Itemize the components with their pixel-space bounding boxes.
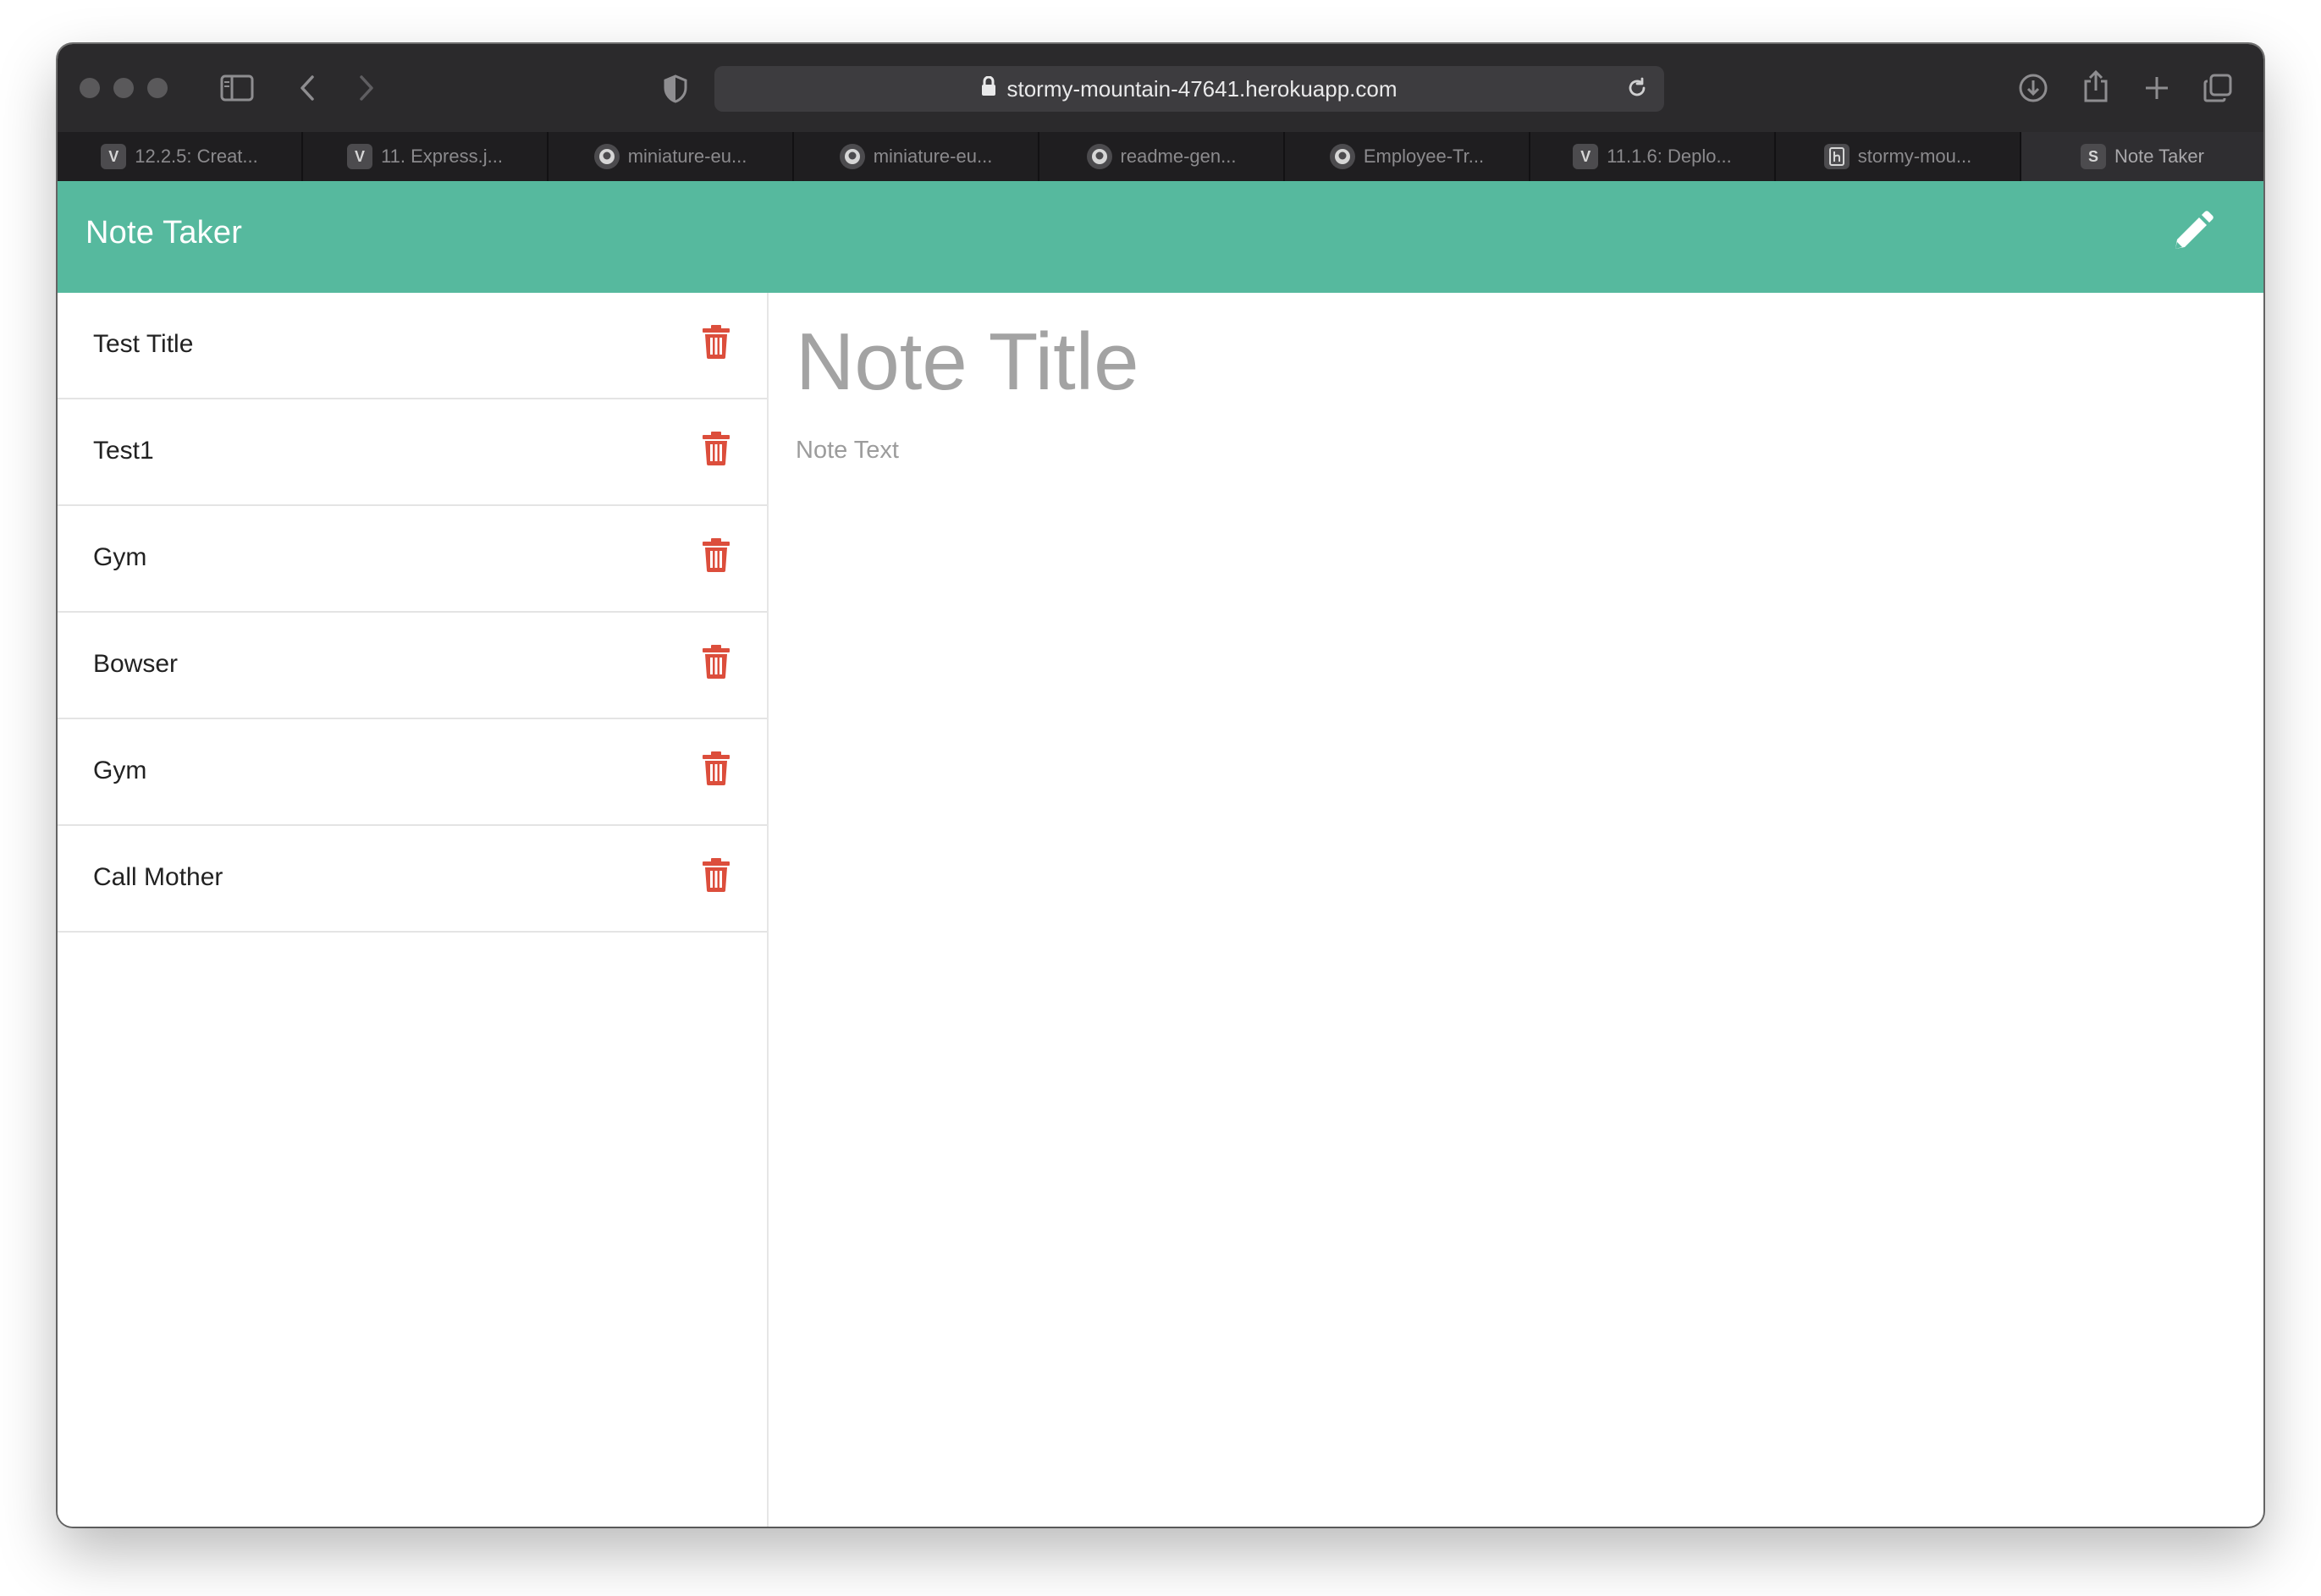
browser-window: stormy-mountain-47641.herokuapp.com V 12… (58, 44, 2263, 1527)
browser-tab[interactable]: Employee-Tr... (1285, 132, 1530, 181)
s-favicon-icon: S (2081, 144, 2106, 169)
browser-tab[interactable]: V 11.1.6: Deplo... (1530, 132, 1776, 181)
privacy-shield-icon[interactable] (660, 73, 691, 105)
note-list-item[interactable]: Gym (58, 506, 767, 613)
note-list: Test Title Test1 Gym Bowser Gym Call Mot… (58, 293, 769, 1527)
github-icon (839, 144, 865, 169)
heroku-icon (1823, 144, 1850, 169)
note-text-input[interactable] (796, 437, 2235, 1452)
note-list-item[interactable]: Gym (58, 719, 767, 826)
lock-icon (981, 75, 996, 102)
note-title[interactable]: Test Title (93, 330, 193, 359)
browser-tab[interactable]: miniature-eu... (549, 132, 794, 181)
note-title[interactable]: Test1 (93, 437, 154, 465)
v-logo-icon: V (347, 144, 373, 169)
tab-label: readme-gen... (1120, 146, 1237, 167)
tab-label: stormy-mou... (1857, 146, 1972, 167)
note-list-item[interactable]: Bowser (58, 613, 767, 719)
note-editor (769, 293, 2263, 1527)
note-title[interactable]: Gym (93, 757, 146, 785)
close-window-button[interactable] (80, 78, 100, 98)
note-list-item[interactable]: Call Mother (58, 826, 767, 933)
new-note-button[interactable] (2167, 206, 2218, 257)
delete-note-icon[interactable] (702, 645, 730, 679)
github-icon (593, 144, 620, 169)
tab-strip: V 12.2.5: Creat... V 11. Express.j... mi… (58, 132, 2263, 181)
browser-tab[interactable]: V 12.2.5: Creat... (58, 132, 303, 181)
browser-tab[interactable]: readme-gen... (1039, 132, 1285, 181)
browser-tab[interactable]: stormy-mou... (1776, 132, 2021, 181)
forward-icon[interactable] (354, 71, 379, 105)
note-title[interactable]: Bowser (93, 650, 178, 679)
delete-note-icon[interactable] (702, 538, 730, 572)
note-title-input[interactable] (796, 311, 2235, 413)
tab-label: miniature-eu... (873, 146, 993, 167)
browser-toolbar: stormy-mountain-47641.herokuapp.com (58, 44, 2263, 132)
delete-note-icon[interactable] (702, 432, 730, 465)
reload-icon[interactable] (1625, 76, 1649, 106)
v-logo-icon: V (1573, 144, 1599, 169)
share-icon[interactable] (2079, 68, 2113, 105)
url-text: stormy-mountain-47641.herokuapp.com (1006, 75, 1398, 102)
minimize-window-button[interactable] (113, 78, 134, 98)
delete-note-icon[interactable] (702, 858, 730, 892)
tab-label: Employee-Tr... (1363, 146, 1485, 167)
note-title[interactable]: Gym (93, 543, 146, 572)
github-icon (1329, 144, 1355, 169)
tab-label: 11.1.6: Deplo... (1607, 146, 1732, 167)
note-list-item[interactable]: Test1 (58, 399, 767, 506)
note-list-item[interactable]: Test Title (58, 293, 767, 399)
browser-tab[interactable]: V 11. Express.j... (303, 132, 549, 181)
new-tab-icon[interactable] (2140, 71, 2174, 105)
downloads-icon[interactable] (2016, 71, 2050, 105)
browser-tab[interactable]: miniature-eu... (794, 132, 1039, 181)
pencil-icon (2175, 211, 2213, 249)
sidebar-toggle-icon[interactable] (220, 73, 254, 103)
note-title[interactable]: Call Mother (93, 863, 223, 892)
zoom-window-button[interactable] (147, 78, 168, 98)
delete-note-icon[interactable] (702, 325, 730, 359)
tab-label: Note Taker (2114, 146, 2204, 167)
github-icon (1086, 144, 1112, 169)
v-logo-icon: V (101, 144, 127, 169)
tab-label: miniature-eu... (627, 146, 747, 167)
back-icon[interactable] (295, 71, 320, 105)
tab-label: 11. Express.j... (381, 146, 503, 167)
app-title[interactable]: Note Taker (85, 215, 242, 251)
address-bar[interactable]: stormy-mountain-47641.herokuapp.com (714, 66, 1664, 112)
browser-tab-active[interactable]: S Note Taker (2021, 132, 2263, 181)
tab-label: 12.2.5: Creat... (135, 146, 258, 167)
app-navbar: Note Taker (58, 181, 2263, 293)
delete-note-icon[interactable] (702, 751, 730, 785)
tab-overview-icon[interactable] (2201, 71, 2235, 105)
